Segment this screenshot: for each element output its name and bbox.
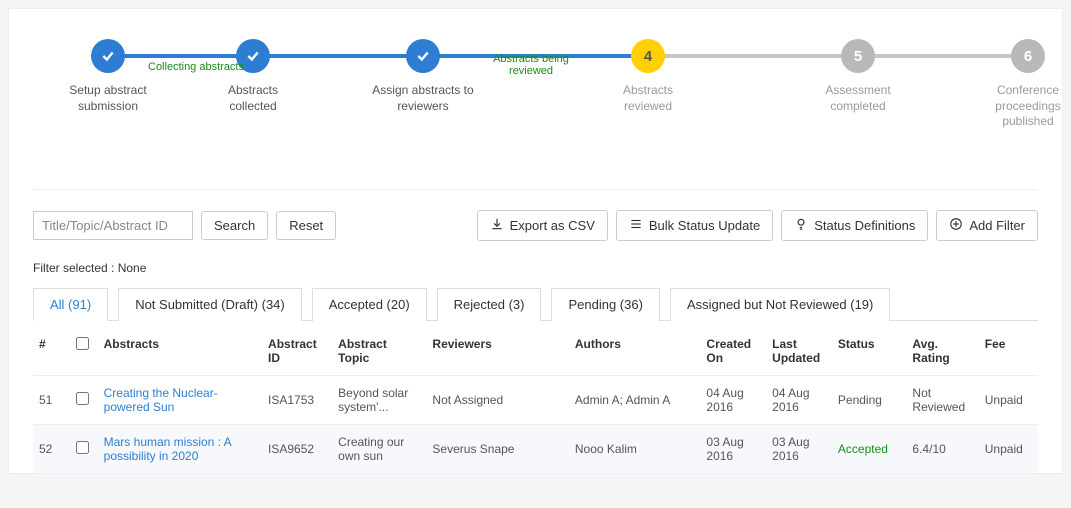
check-icon — [91, 39, 125, 73]
step-label: Assign abstracts to reviewers — [368, 83, 478, 114]
col-fee: Fee — [979, 327, 1038, 376]
list-icon — [629, 217, 643, 234]
col-reviewers: Reviewers — [426, 327, 568, 376]
cell-title: Creating the Nuclear-powered Sun — [98, 376, 262, 425]
cell-select — [70, 376, 97, 425]
search-button[interactable]: Search — [201, 211, 268, 240]
step-label: Conference proceedings published — [973, 83, 1071, 130]
cell-rating: Not Reviewed — [906, 376, 978, 425]
button-label: Export as CSV — [510, 218, 595, 233]
cell-updated: 03 Aug 2016 — [766, 425, 832, 474]
toolbar: Search Reset Export as CSV Bulk Status U… — [33, 210, 1038, 241]
bulk-status-button[interactable]: Bulk Status Update — [616, 210, 773, 241]
row-checkbox[interactable] — [76, 392, 89, 405]
step-3: Assign abstracts to reviewers — [368, 39, 478, 114]
cell-updated: 04 Aug 2016 — [766, 376, 832, 425]
cell-topic: Creating our own sun — [332, 425, 426, 474]
filter-label: Filter selected : — [33, 261, 114, 275]
table-row: 52 Mars human mission : A possibility in … — [33, 425, 1038, 474]
lightbulb-icon — [794, 217, 808, 234]
step-label: Setup abstract submission — [53, 83, 163, 114]
col-topic: Abstract Topic — [332, 327, 426, 376]
abstracts-table: # Abstracts Abstract ID Abstract Topic R… — [33, 327, 1038, 473]
button-label: Bulk Status Update — [649, 218, 760, 233]
filter-value: None — [118, 261, 147, 275]
tab-rejected[interactable]: Rejected (3) — [437, 288, 542, 321]
abstract-title-link[interactable]: Mars human mission : A possibility in 20… — [104, 435, 231, 463]
cell-status: Pending — [832, 376, 907, 425]
col-authors: Authors — [569, 327, 701, 376]
progress-stepper: Setup abstract submission Abstracts coll… — [33, 39, 1038, 169]
step-number-current: 4 — [631, 39, 665, 73]
stepper-caption: Collecting abstracts — [148, 61, 244, 73]
status-definitions-button[interactable]: Status Definitions — [781, 210, 928, 241]
reset-button[interactable]: Reset — [276, 211, 336, 240]
col-rating: Avg. Rating — [906, 327, 978, 376]
step-number: 6 — [1011, 39, 1045, 73]
cell-rating: 6.4/10 — [906, 425, 978, 474]
cell-created: 03 Aug 2016 — [700, 425, 766, 474]
step-label: Abstracts collected — [208, 83, 298, 114]
col-row-num: # — [33, 327, 70, 376]
filter-selected-line: Filter selected : None — [33, 261, 1038, 275]
tab-accepted[interactable]: Accepted (20) — [312, 288, 427, 321]
col-status: Status — [832, 327, 907, 376]
status-tabs: All (91) Not Submitted (Draft) (34) Acce… — [33, 287, 1038, 321]
cell-title: Mars human mission : A possibility in 20… — [98, 425, 262, 474]
col-abstract-id: Abstract ID — [262, 327, 332, 376]
step-label: Abstracts reviewed — [603, 83, 693, 114]
col-select-all — [70, 327, 97, 376]
step-label: Assessment completed — [808, 83, 908, 114]
button-label: Add Filter — [969, 218, 1025, 233]
export-csv-button[interactable]: Export as CSV — [477, 210, 608, 241]
step-6: 6 Conference proceedings published — [973, 39, 1071, 130]
table-row: 51 Creating the Nuclear-powered Sun ISA175… — [33, 376, 1038, 425]
step-2: Abstracts collected — [208, 39, 298, 114]
cell-abstract-id: ISA1753 — [262, 376, 332, 425]
step-4: 4 Abstracts reviewed — [603, 39, 693, 114]
search-input[interactable] — [33, 211, 193, 240]
cell-status: Accepted — [832, 425, 907, 474]
table-header-row: # Abstracts Abstract ID Abstract Topic R… — [33, 327, 1038, 376]
stepper-caption: Abstracts being reviewed — [486, 53, 576, 77]
cell-authors: Admin A; Admin A — [569, 376, 701, 425]
add-filter-button[interactable]: Add Filter — [936, 210, 1038, 241]
row-checkbox[interactable] — [76, 441, 89, 454]
download-icon — [490, 217, 504, 234]
cell-reviewers: Not Assigned — [426, 376, 568, 425]
cell-select — [70, 425, 97, 474]
col-updated: Last Updated — [766, 327, 832, 376]
col-created: Created On — [700, 327, 766, 376]
tab-pending[interactable]: Pending (36) — [551, 288, 659, 321]
step-1: Setup abstract submission — [53, 39, 163, 114]
cell-reviewers: Severus Snape — [426, 425, 568, 474]
cell-created: 04 Aug 2016 — [700, 376, 766, 425]
step-5: 5 Assessment completed — [808, 39, 908, 114]
cell-topic: Beyond solar system'... — [332, 376, 426, 425]
button-label: Status Definitions — [814, 218, 915, 233]
tab-assigned[interactable]: Assigned but Not Reviewed (19) — [670, 288, 890, 321]
tab-all[interactable]: All (91) — [33, 288, 108, 321]
cell-row-num: 51 — [33, 376, 70, 425]
tab-not-submitted[interactable]: Not Submitted (Draft) (34) — [118, 288, 302, 321]
step-number: 5 — [841, 39, 875, 73]
cell-fee: Unpaid — [979, 425, 1038, 474]
check-icon — [406, 39, 440, 73]
page-card: Setup abstract submission Abstracts coll… — [8, 8, 1063, 474]
abstract-title-link[interactable]: Creating the Nuclear-powered Sun — [104, 386, 218, 414]
cell-fee: Unpaid — [979, 376, 1038, 425]
plus-icon — [949, 217, 963, 234]
cell-abstract-id: ISA9652 — [262, 425, 332, 474]
select-all-checkbox[interactable] — [76, 337, 89, 350]
divider — [33, 189, 1038, 190]
cell-row-num: 52 — [33, 425, 70, 474]
col-abstracts: Abstracts — [98, 327, 262, 376]
cell-authors: Nooo Kalim — [569, 425, 701, 474]
